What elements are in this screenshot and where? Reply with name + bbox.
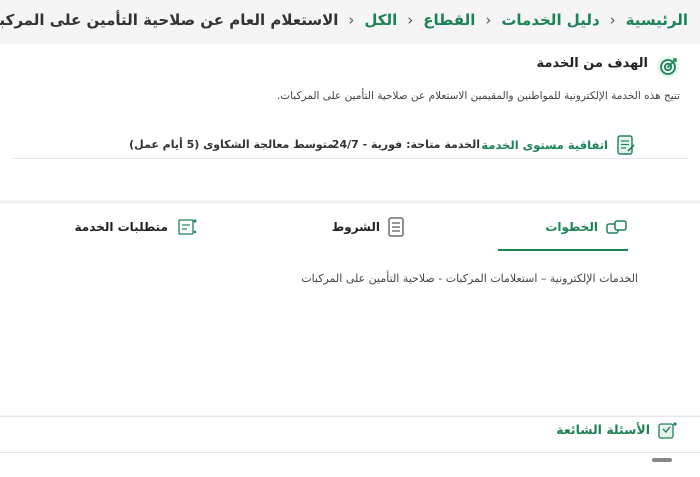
tab-requirements-label: متطلبات الخدمة (74, 220, 168, 234)
steps-icon (606, 220, 627, 234)
tab-steps[interactable]: الخطوات (545, 203, 628, 251)
breadcrumb-separator: › (348, 11, 355, 29)
breadcrumb: الرئيسية › دليل الخدمات › القطاع › الكل … (0, 0, 700, 40)
service-tabs: الخطوات الشروط متطلبات الخدمة (0, 202, 700, 252)
tab-steps-label: الخطوات (545, 220, 598, 234)
breadcrumb-sector-link[interactable]: القطاع (423, 11, 475, 29)
sla-document-icon (617, 135, 635, 155)
requirements-icon (178, 219, 197, 235)
goal-title: الهدف من الخدمة (536, 56, 648, 71)
breadcrumb-separator: › (485, 11, 492, 29)
goal-description: تتيح هذه الخدمة الإلكترونية للمواطنين وا… (276, 90, 680, 102)
divider (0, 452, 700, 453)
breadcrumb-separator: › (407, 11, 414, 29)
sla-title: اتفاقية مستوى الخدمة (481, 138, 608, 152)
sla-complaints-processing: متوسط معالجة الشكاوى (5 أيام عمل) (129, 138, 334, 151)
tab-conditions[interactable]: الشروط (332, 203, 404, 251)
divider (12, 158, 688, 159)
tab-requirements[interactable]: متطلبات الخدمة (75, 203, 198, 251)
target-icon (657, 56, 679, 78)
sla-availability: الخدمة متاحة: فورية - 24/7 (331, 138, 480, 151)
conditions-icon (388, 217, 404, 237)
breadcrumb-separator: › (609, 11, 616, 29)
faq-icon (658, 422, 677, 439)
page-title: الاستعلام العام عن صلاحية التأمين على ال… (0, 11, 339, 29)
breadcrumb-services-guide-link[interactable]: دليل الخدمات (501, 11, 599, 29)
breadcrumb-home-link[interactable]: الرئيسية (626, 11, 688, 29)
faq-item[interactable] (652, 458, 672, 462)
tab-conditions-label: الشروط (331, 220, 380, 234)
breadcrumb-all-link[interactable]: الكل (364, 11, 397, 29)
faq-title[interactable]: الأسئلة الشائعة (556, 422, 650, 437)
steps-text: الخدمات الإلكترونية – استعلامات المركبات… (301, 272, 638, 285)
